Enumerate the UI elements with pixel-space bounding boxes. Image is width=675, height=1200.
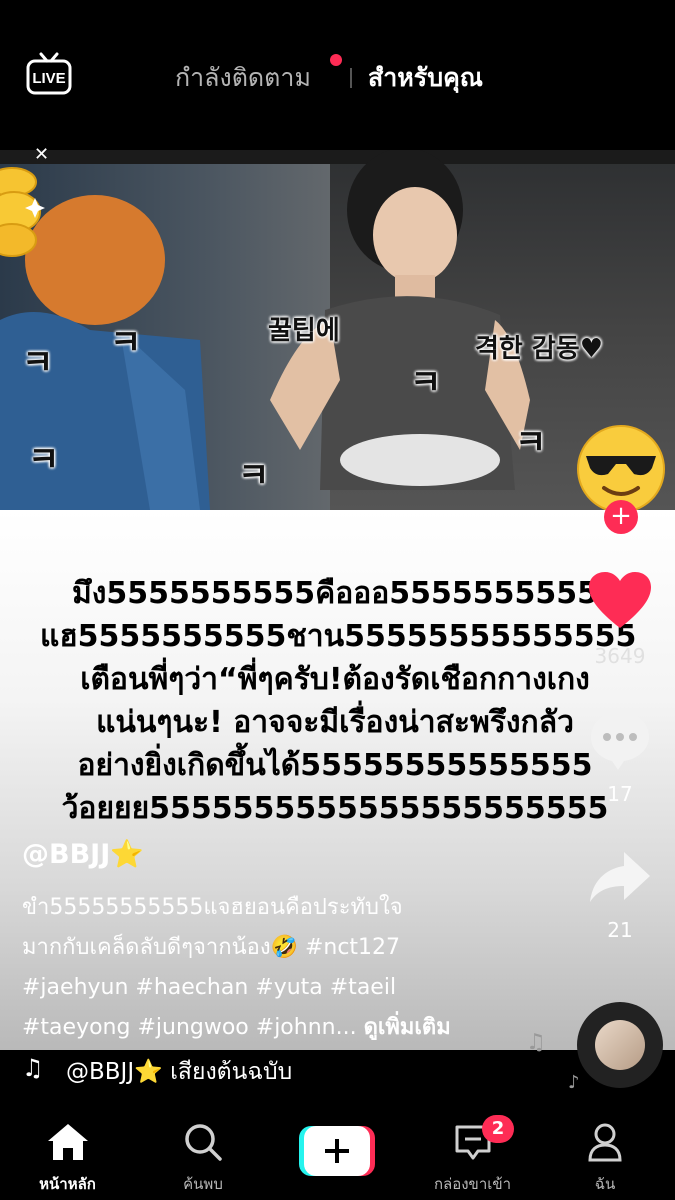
description-line: #taeyong #jungwoo #johnn... xyxy=(22,1015,357,1040)
nav-home-label: หน้าหลัก xyxy=(39,1175,96,1193)
video-frame[interactable]: 꿀팁에 격한 감동♥ ㅋ ㅋ ㅋ ㅋ ㅋ ㅋ xyxy=(0,150,675,510)
laugh-sticker: ㅋ xyxy=(238,456,270,496)
coin-reward-icon[interactable] xyxy=(0,160,46,260)
laugh-sticker: ㅋ xyxy=(515,423,547,463)
overlay-line: แฮ5555555555ชาน55555555555555 xyxy=(40,619,637,654)
overlay-line: เตือนพี่ๆว่า“พี่ๆครับ!ต้องรัดเชือกกางเกง xyxy=(80,662,590,697)
see-more-link[interactable]: ดูเพิ่มเติม xyxy=(364,1015,451,1040)
nav-discover-label: ค้นพบ xyxy=(183,1175,223,1193)
author-username[interactable]: @BBJJ⭐ xyxy=(22,838,144,870)
overlay-text: มึง5555555555คือออ5555555555 แฮ555555555… xyxy=(40,572,637,830)
home-icon xyxy=(47,1124,88,1160)
share-arrow-icon[interactable] xyxy=(588,850,652,906)
tab-following[interactable]: กำลังติดตาม xyxy=(175,58,311,98)
top-bar: LIVE กำลังติดตาม สำหรับคุณ xyxy=(0,0,675,150)
description-line: ขำ55555555555แจฮยอนคือประทับใจ xyxy=(22,895,403,920)
share-count: 21 xyxy=(607,918,633,942)
description-line: #jaehyun #haechan #yuta #taeil xyxy=(22,975,397,1000)
nav-inbox[interactable]: กล่องขาเข้า xyxy=(420,1100,525,1200)
nav-inbox-label: กล่องขาเข้า xyxy=(433,1175,512,1193)
overlay-line: ว้อยยย5555555555555555555555 xyxy=(61,791,609,826)
korean-caption-1: 꿀팁에 xyxy=(268,316,340,346)
laugh-sticker: ㅋ xyxy=(22,343,54,383)
korean-caption-2: 격한 감동♥ xyxy=(475,334,604,364)
like-count: 3649 xyxy=(594,644,646,668)
sound-title[interactable]: @BBJJ⭐ เสียงต้นฉบับ xyxy=(66,1054,292,1090)
comment-icon[interactable] xyxy=(588,708,652,772)
nav-discover[interactable]: ค้นพบ xyxy=(158,1100,248,1200)
bottom-nav: หน้าหลัก ค้นพบ กล่องขาเข้า 2 ฉัน xyxy=(0,1100,675,1200)
like-heart-icon[interactable] xyxy=(587,570,653,630)
sound-cover-image xyxy=(595,1020,645,1070)
floating-note-icon: ♫ xyxy=(526,1030,546,1055)
comment-count: 17 xyxy=(607,782,633,806)
notification-dot xyxy=(330,54,342,66)
search-icon xyxy=(185,1124,222,1161)
profile-icon xyxy=(588,1123,622,1162)
tab-divider xyxy=(350,68,352,88)
description-line: มากกับเคล็ดลับดีๆจากน้อง🤣 #nct127 xyxy=(22,935,401,960)
laugh-sticker: ㅋ xyxy=(28,440,60,480)
overlay-line: มึง5555555555คือออ5555555555 xyxy=(71,576,599,611)
sound-disc[interactable] xyxy=(577,1002,663,1088)
nav-me[interactable]: ฉัน xyxy=(565,1100,645,1200)
overlay-line: แน่นๆนะ! อาจจะมีเรื่องน่าสะพรึงกลัว xyxy=(96,705,574,740)
tab-for-you[interactable]: สำหรับคุณ xyxy=(368,58,483,98)
music-note-icon: ♫ xyxy=(22,1054,44,1082)
post-description: ขำ55555555555แจฮยอนคือประทับใจ มากกับเคล… xyxy=(22,888,492,1048)
nav-home[interactable]: หน้าหลัก xyxy=(20,1100,115,1200)
feed-tabs: กำลังติดตาม สำหรับคุณ xyxy=(0,54,675,98)
laugh-sticker: ㅋ xyxy=(110,323,142,363)
inbox-badge: 2 xyxy=(482,1115,514,1143)
create-plus-button[interactable] xyxy=(299,1126,375,1176)
laugh-sticker: ㅋ xyxy=(410,363,442,403)
nav-me-label: ฉัน xyxy=(594,1175,616,1193)
floating-note-icon: ♪ xyxy=(568,1072,580,1093)
overlay-line: อย่างยิ่งเกิดขึ้นได้55555555555555 xyxy=(77,748,593,783)
follow-plus-button[interactable]: + xyxy=(604,500,638,534)
